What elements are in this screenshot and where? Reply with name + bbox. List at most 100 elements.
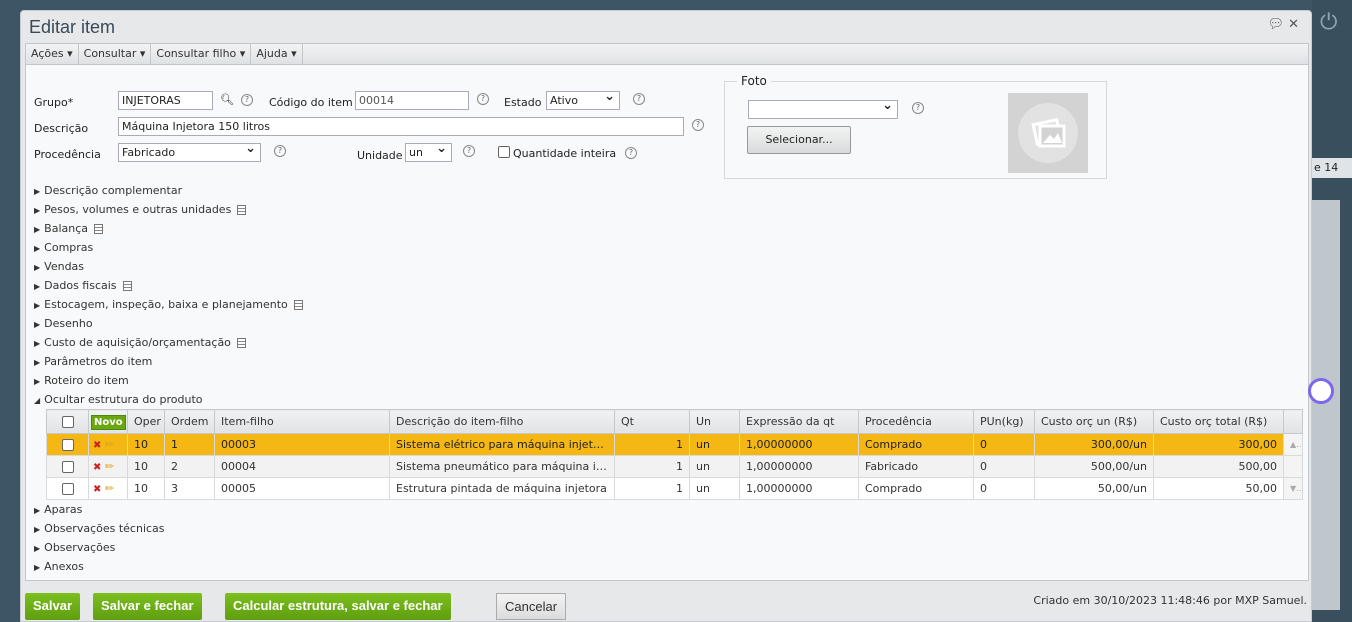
salvar-fechar-button[interactable]: Salvar e fechar (93, 593, 202, 620)
edit-pencil-icon[interactable]: ✏︎ (105, 482, 114, 495)
menu-consultar[interactable]: Consultar ▾ (79, 44, 152, 64)
salvar-button[interactable]: Salvar (25, 593, 81, 620)
section-toggle[interactable]: ▶ Parâmetros do item (34, 355, 152, 368)
section-label: Roteiro do item (44, 374, 129, 387)
unidade-select[interactable]: un (405, 143, 452, 162)
table-row[interactable]: ✖ ✏︎ 10 1 00003 Sistema elétrico para máquin… (46, 433, 1303, 456)
column-header[interactable]: PUn(kg) (973, 409, 1035, 434)
descricao-input[interactable]: Máquina Injetora 150 litros (118, 117, 684, 136)
select-all-checkbox[interactable] (61, 416, 74, 428)
table-cell: 1,00000000 (739, 477, 859, 500)
caret-right-icon: ▶ (34, 187, 41, 196)
column-header[interactable]: Descrição do item-filho (389, 409, 615, 434)
section-toggle[interactable]: ▶ Dados fiscais (34, 279, 132, 292)
table-cell: 00005 (214, 477, 390, 500)
close-icon[interactable]: ✕ (1288, 17, 1299, 32)
delete-icon[interactable]: ✖ (93, 440, 101, 451)
menu-consultar-filho[interactable]: Consultar filho ▾ (151, 44, 252, 64)
form-content: Grupo* INJETORAS 🔍︎ ? Código do item 000… (25, 64, 1309, 581)
grupo-input[interactable]: INJETORAS (118, 91, 213, 110)
table-cell: 0 (973, 477, 1035, 500)
codigo-label: Código do item (269, 96, 353, 109)
edit-pencil-icon[interactable]: ✏︎ (105, 438, 114, 451)
row-checkbox[interactable] (61, 439, 74, 451)
help-icon[interactable]: ? (692, 119, 704, 131)
table-row[interactable]: ✖ ✏︎ 10 3 00005 Estrutura pintada de máquina… (46, 477, 1303, 500)
row-checkbox[interactable] (61, 483, 74, 495)
menu-ajuda[interactable]: Ajuda ▾ (251, 44, 303, 64)
help-icon[interactable]: ? (477, 93, 489, 105)
section-toggle[interactable]: ▶ Descrição complementar (34, 184, 182, 197)
caret-right-icon: ▶ (34, 282, 41, 291)
delete-icon[interactable]: ✖ (93, 484, 101, 495)
estado-select[interactable]: Ativo (546, 91, 620, 110)
row-checkbox[interactable] (61, 461, 74, 473)
table-cell: un (689, 455, 740, 478)
section-toggle[interactable]: ▶ Aparas (34, 503, 82, 516)
column-header[interactable]: Un (689, 409, 740, 434)
help-icon[interactable]: ? (633, 93, 645, 105)
section-toggle[interactable]: ▶ Roteiro do item (34, 374, 129, 387)
codigo-input[interactable]: 00014 (355, 91, 469, 110)
image-placeholder-icon (1008, 93, 1088, 173)
table-cell: un (689, 433, 740, 456)
document-icon (293, 300, 303, 310)
section-toggle[interactable]: ▶ Observações técnicas (34, 522, 165, 535)
column-header[interactable]: Qt (614, 409, 690, 434)
table-cell: 3 (164, 477, 215, 500)
section-toggle[interactable]: ▶ Vendas (34, 260, 84, 273)
column-header[interactable]: Ordem (164, 409, 215, 434)
section-label: Pesos, volumes e outras unidades (44, 203, 232, 216)
foto-select[interactable] (748, 100, 898, 119)
created-info: Criado em 30/10/2023 11:48:46 por MXP Sa… (1033, 594, 1307, 607)
table-row[interactable]: ✖ ✏︎ 10 2 00004 Sistema pneumático para máqu… (46, 455, 1303, 478)
table-cell: Sistema pneumático para máquina in... (389, 455, 615, 478)
section-toggle[interactable]: ▶ Compras (34, 241, 93, 254)
clickup-icon[interactable] (1308, 378, 1334, 404)
cancelar-button[interactable]: Cancelar (496, 593, 567, 620)
section-toggle[interactable]: ▶ Pesos, volumes e outras unidades (34, 203, 247, 216)
section-toggle[interactable]: ▶ Estocagem, inspeção, baixa e planejamen… (34, 298, 303, 311)
help-icon[interactable]: ? (241, 94, 253, 106)
column-header[interactable]: Custo orç total (R$) (1153, 409, 1284, 434)
column-header[interactable]: Oper (127, 409, 165, 434)
section-toggle[interactable]: ▶ Balança (34, 222, 104, 235)
table-cell: 0 (973, 433, 1035, 456)
section-label: Custo de aquisição/orçamentação (44, 336, 231, 349)
power-icon[interactable]: ⏻ (1320, 10, 1337, 35)
column-header[interactable]: Custo orç un (R$) (1034, 409, 1154, 434)
background-page-count: e 14 (1312, 158, 1352, 178)
section-toggle[interactable]: ▶ Anexos (34, 560, 84, 573)
quantidade-inteira-checkbox[interactable] (498, 146, 510, 158)
procedencia-select[interactable]: Fabricado (118, 143, 261, 162)
help-icon[interactable]: ? (274, 145, 286, 157)
document-icon (122, 281, 132, 291)
caret-right-icon: ▶ (34, 377, 41, 386)
table-cell: 10 (127, 433, 165, 456)
column-header[interactable]: Expressão da qt (739, 409, 859, 434)
edit-pencil-icon[interactable]: ✏︎ (105, 460, 114, 473)
caret-right-icon: ▶ (34, 339, 41, 348)
selecionar-button[interactable]: Selecionar... (747, 126, 851, 154)
table-cell: un (689, 477, 740, 500)
delete-icon[interactable]: ✖ (93, 462, 101, 473)
section-toggle[interactable]: ▶ Observações (34, 541, 115, 554)
section-toggle[interactable]: ▶ Desenho (34, 317, 93, 330)
scrollbar[interactable]: ▼ (1283, 477, 1303, 500)
novo-button[interactable]: Novo (91, 415, 126, 430)
menu-acoes[interactable]: Ações ▾ (26, 44, 79, 64)
scrollbar[interactable] (1283, 455, 1303, 478)
section-label: Compras (44, 241, 94, 254)
help-icon[interactable]: ? (463, 145, 475, 157)
help-icon[interactable]: ? (625, 147, 637, 159)
search-icon[interactable]: 🔍︎ (220, 93, 234, 106)
document-icon (94, 224, 104, 234)
calcular-estrutura-button[interactable]: Calcular estrutura, salvar e fechar (225, 593, 451, 620)
column-header[interactable]: Procedência (858, 409, 974, 434)
column-header[interactable]: Item-filho (214, 409, 390, 434)
section-toggle[interactable]: ▶ Custo de aquisição/orçamentação (34, 336, 246, 349)
comment-icon[interactable]: 💬︎ (1267, 17, 1284, 32)
section-toggle[interactable]: ◢ Ocultar estrutura do produto (34, 393, 203, 406)
scrollbar[interactable]: ▲ (1283, 433, 1303, 456)
help-icon[interactable]: ? (912, 102, 924, 114)
